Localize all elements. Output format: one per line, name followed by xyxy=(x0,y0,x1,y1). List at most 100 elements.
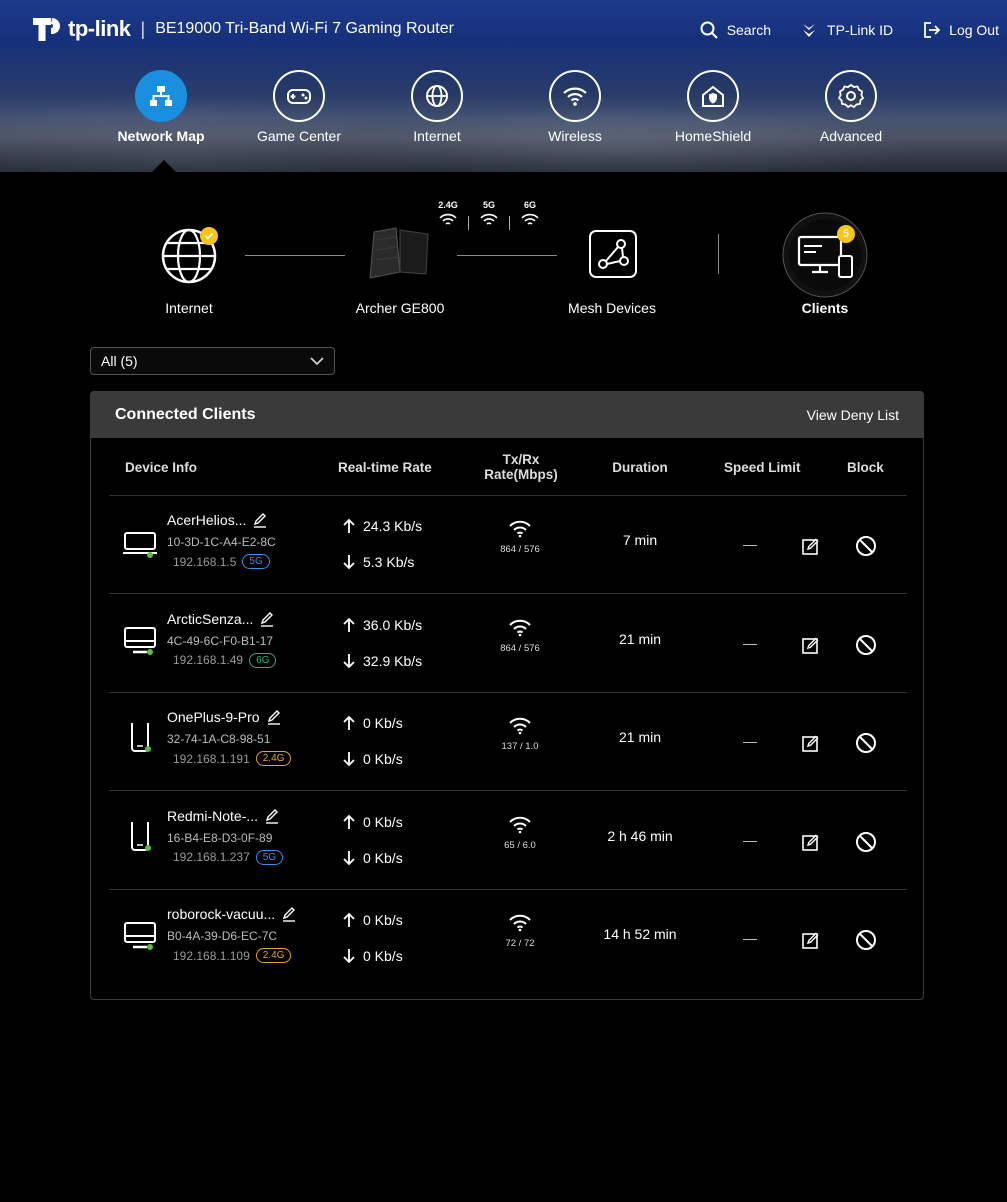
tab-homeshield[interactable]: HomeShield xyxy=(644,70,782,144)
wifi-signal-icon xyxy=(509,914,531,932)
mesh-icon xyxy=(589,230,637,278)
device-name-text: OnePlus-9-Pro xyxy=(167,709,260,725)
column-txrx-line2: Rate(Mbps) xyxy=(484,467,558,482)
upload-rate: 0 Kb/s xyxy=(343,912,403,928)
txrx-value: 65 / 6.0 xyxy=(504,839,536,851)
block-icon[interactable] xyxy=(855,535,877,557)
txrx-value: 137 / 1.0 xyxy=(501,741,539,752)
band-5g: 5G xyxy=(477,200,501,230)
column-txrx-rate: Tx/Rx Rate(Mbps) xyxy=(471,438,571,496)
wifi-icon xyxy=(480,213,498,225)
device-mac: B0-4A-39-D6-EC-7C xyxy=(167,929,278,943)
download-rate: 5.3 Kb/s xyxy=(343,554,414,570)
table-header: Device Info Real-time Rate Tx/Rx Rate(Mb… xyxy=(109,438,907,496)
upload-rate: 0 Kb/s xyxy=(343,814,403,830)
block-icon[interactable] xyxy=(855,634,877,656)
wifi-icon xyxy=(439,213,457,225)
upload-rate-value: 0 Kb/s xyxy=(363,813,403,830)
logout-icon xyxy=(924,22,941,38)
search-icon xyxy=(700,21,718,39)
tplink-id-label: TP-Link ID xyxy=(827,22,894,38)
arrow-down-icon xyxy=(343,653,355,668)
client-filter-select[interactable]: All (5) xyxy=(90,347,335,375)
tplink-id-button[interactable]: TP-Link ID xyxy=(799,20,893,40)
speed-limit-edit-icon[interactable] xyxy=(801,733,821,753)
logout-label: Log Out xyxy=(949,22,999,38)
online-status-dot xyxy=(145,844,151,851)
speed-limit-value: — xyxy=(743,733,757,749)
clients-icon xyxy=(782,212,868,298)
tab-network-map[interactable]: Network Map xyxy=(92,70,230,144)
network-map-icon xyxy=(135,70,187,122)
device-name: OnePlus-9-Pro xyxy=(167,709,282,725)
speed-limit-edit-icon[interactable] xyxy=(801,832,821,852)
logo-separator: | xyxy=(140,18,146,39)
edit-name-icon[interactable] xyxy=(264,808,280,824)
column-txrx-line1: Tx/Rx xyxy=(502,452,540,467)
device-ip-row: 192.168.1.109 2.4G xyxy=(173,948,292,963)
tplink-logo-icon xyxy=(30,12,64,46)
device-ip-row: 192.168.1.49 6G xyxy=(173,652,277,668)
band-label: 6G xyxy=(523,200,536,210)
txrx-value: 72 / 72 xyxy=(505,938,535,949)
logout-button[interactable]: Log Out xyxy=(921,20,999,40)
connected-check-icon xyxy=(200,227,218,245)
edit-name-icon[interactable] xyxy=(252,512,268,528)
view-deny-list-link[interactable]: View Deny List xyxy=(807,407,899,423)
edit-name-icon[interactable] xyxy=(259,611,275,627)
device-name: ArcticSenza... xyxy=(167,611,275,627)
topology-internet-node[interactable] xyxy=(160,227,218,285)
router-icon xyxy=(369,227,429,279)
topology-mesh-node[interactable] xyxy=(588,229,638,279)
card-title: Connected Clients xyxy=(115,406,256,423)
block-icon[interactable] xyxy=(855,929,877,951)
device-name-text: Redmi-Note-... xyxy=(167,807,259,824)
band-badge: 5G xyxy=(255,849,284,865)
column-block: Block xyxy=(847,459,884,475)
edit-name-icon[interactable] xyxy=(266,709,282,725)
block-icon[interactable] xyxy=(855,831,877,853)
topology-router-node[interactable] xyxy=(366,226,432,280)
block-icon[interactable] xyxy=(855,732,877,754)
upload-rate: 24.3 Kb/s xyxy=(343,518,422,534)
tab-label: Advanced xyxy=(819,128,883,144)
homeshield-icon xyxy=(687,70,739,122)
search-label: Search xyxy=(726,22,772,38)
tab-wireless[interactable]: Wireless xyxy=(506,70,644,144)
band-label: 5G xyxy=(482,200,495,210)
download-rate-value: 0 Kb/s xyxy=(363,751,403,767)
device-ip: 192.168.1.5 xyxy=(173,554,237,569)
speed-limit-edit-icon[interactable] xyxy=(801,536,821,556)
gear-icon xyxy=(825,70,877,122)
arrow-up-icon xyxy=(343,518,355,533)
tab-internet[interactable]: Internet xyxy=(368,70,506,144)
wifi-signal-icon xyxy=(509,717,531,735)
download-rate-value: 0 Kb/s xyxy=(363,948,403,964)
band-badge: 2.4G xyxy=(255,751,292,766)
table-row: roborock-vacuu... B0-4A-39-D6-EC-7C 192.… xyxy=(109,890,907,988)
online-status-dot xyxy=(147,552,153,558)
main-nav: Network Map Game Center Internet Wireles… xyxy=(92,70,920,144)
search-button[interactable]: Search xyxy=(699,20,771,40)
edit-name-icon[interactable] xyxy=(281,906,297,922)
band-indicators: 2.4G 5G 6G xyxy=(436,200,542,230)
duration-value: 21 min xyxy=(618,630,662,647)
speed-limit-edit-icon[interactable] xyxy=(801,930,821,950)
speed-limit-value: — xyxy=(743,831,757,848)
topology-internet-label: Internet xyxy=(165,300,213,316)
download-rate: 0 Kb/s xyxy=(343,850,403,866)
download-rate: 32.9 Kb/s xyxy=(343,653,422,669)
topology-mesh-label: Mesh Devices xyxy=(568,300,656,316)
tab-game-center[interactable]: Game Center xyxy=(230,70,368,144)
device-ip: 192.168.1.109 xyxy=(173,948,250,963)
column-realtime-rate: Real-time Rate xyxy=(338,459,432,475)
device-name: Redmi-Note-... xyxy=(167,808,280,824)
speed-limit-edit-icon[interactable] xyxy=(801,635,821,655)
device-mac: 32-74-1A-C8-98-51 xyxy=(167,732,271,746)
device-name-text: AcerHelios... xyxy=(167,512,247,528)
arrow-down-icon xyxy=(343,850,355,865)
topology-clients-node[interactable]: 5 xyxy=(782,212,868,298)
tab-advanced[interactable]: Advanced xyxy=(782,70,920,144)
txrx-rate: 864 / 576 xyxy=(495,518,545,555)
txrx-rate: 864 / 576 xyxy=(495,617,545,654)
